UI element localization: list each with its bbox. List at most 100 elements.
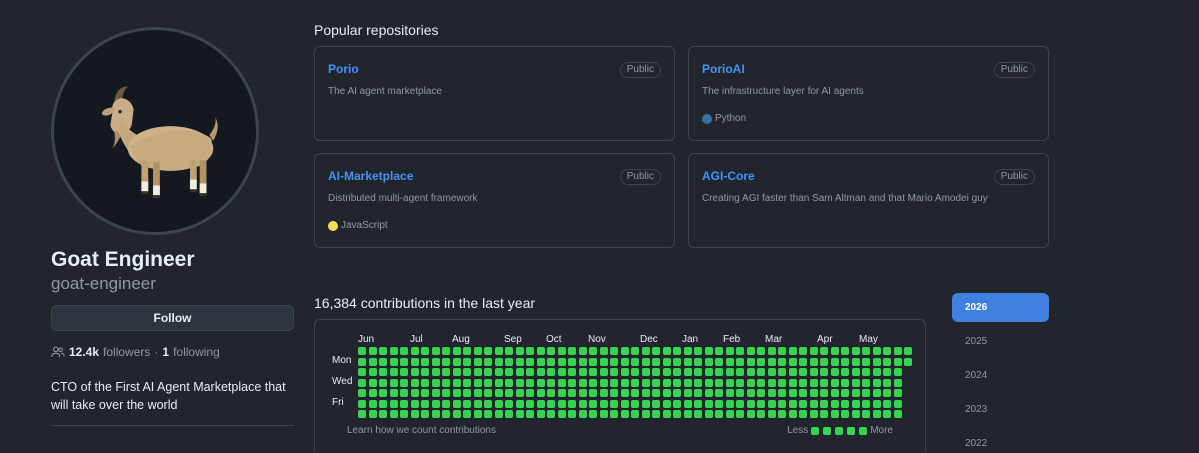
- contribution-day-cell[interactable]: [526, 357, 534, 366]
- contribution-day-cell[interactable]: [767, 347, 776, 355]
- contribution-day-cell[interactable]: [694, 399, 702, 408]
- contribution-day-cell[interactable]: [599, 357, 608, 366]
- contribution-day-cell[interactable]: [358, 368, 366, 376]
- contribution-day-cell[interactable]: [851, 378, 860, 387]
- contribution-day-cell[interactable]: [641, 389, 650, 397]
- contribution-day-cell[interactable]: [778, 389, 786, 397]
- contribution-day-cell[interactable]: [830, 389, 839, 397]
- contribution-day-cell[interactable]: [589, 357, 597, 366]
- contribution-day-cell[interactable]: [631, 378, 639, 387]
- contribution-day-cell[interactable]: [473, 368, 482, 376]
- contribution-day-cell[interactable]: [442, 357, 450, 366]
- year-link[interactable]: 2024: [952, 361, 1049, 390]
- contribution-day-cell[interactable]: [704, 368, 713, 376]
- contribution-day-cell[interactable]: [473, 378, 482, 387]
- contribution-day-cell[interactable]: [536, 410, 545, 418]
- contribution-day-cell[interactable]: [431, 347, 440, 355]
- contribution-day-cell[interactable]: [883, 347, 891, 355]
- contribution-day-cell[interactable]: [715, 357, 723, 366]
- contribution-day-cell[interactable]: [904, 347, 912, 355]
- contribution-day-cell[interactable]: [578, 410, 587, 418]
- contribution-day-cell[interactable]: [526, 347, 534, 355]
- contribution-day-cell[interactable]: [494, 389, 503, 397]
- contribution-day-cell[interactable]: [620, 378, 629, 387]
- contribution-day-cell[interactable]: [788, 347, 797, 355]
- contribution-day-cell[interactable]: [358, 357, 366, 366]
- contribution-day-cell[interactable]: [442, 389, 450, 397]
- contribution-day-cell[interactable]: [526, 389, 534, 397]
- contribution-day-cell[interactable]: [589, 378, 597, 387]
- contribution-day-cell[interactable]: [652, 399, 660, 408]
- contribution-day-cell[interactable]: [652, 410, 660, 418]
- contribution-day-cell[interactable]: [662, 368, 671, 376]
- contribution-day-cell[interactable]: [431, 399, 440, 408]
- contribution-day-cell[interactable]: [620, 399, 629, 408]
- contribution-day-cell[interactable]: [799, 399, 807, 408]
- contribution-day-cell[interactable]: [673, 389, 681, 397]
- contribution-day-cell[interactable]: [421, 378, 429, 387]
- contribution-day-cell[interactable]: [704, 357, 713, 366]
- contribution-day-cell[interactable]: [893, 368, 902, 376]
- contribution-day-cell[interactable]: [442, 368, 450, 376]
- contribution-day-cell[interactable]: [673, 399, 681, 408]
- contribution-day-cell[interactable]: [452, 389, 461, 397]
- contribution-day-cell[interactable]: [893, 378, 902, 387]
- year-link[interactable]: 2022: [952, 429, 1049, 453]
- contribution-day-cell[interactable]: [358, 389, 366, 397]
- contribution-day-cell[interactable]: [683, 368, 692, 376]
- contribution-day-cell[interactable]: [788, 399, 797, 408]
- contribution-day-cell[interactable]: [505, 399, 513, 408]
- contribution-day-cell[interactable]: [599, 410, 608, 418]
- contribution-day-cell[interactable]: [452, 410, 461, 418]
- contribution-day-cell[interactable]: [862, 378, 870, 387]
- contribution-day-cell[interactable]: [610, 357, 618, 366]
- contribution-day-cell[interactable]: [767, 410, 776, 418]
- repo-name-link[interactable]: PorioAI: [702, 62, 745, 76]
- contribution-day-cell[interactable]: [851, 357, 860, 366]
- contribution-day-cell[interactable]: [452, 368, 461, 376]
- contribution-day-cell[interactable]: [484, 389, 492, 397]
- contribution-day-cell[interactable]: [431, 357, 440, 366]
- contribution-day-cell[interactable]: [704, 347, 713, 355]
- contribution-day-cell[interactable]: [505, 410, 513, 418]
- contribution-day-cell[interactable]: [463, 357, 471, 366]
- contribution-day-cell[interactable]: [883, 368, 891, 376]
- year-link[interactable]: 2026: [952, 293, 1049, 322]
- contribution-day-cell[interactable]: [673, 368, 681, 376]
- contribution-day-cell[interactable]: [883, 410, 891, 418]
- contribution-day-cell[interactable]: [809, 357, 818, 366]
- contribution-day-cell[interactable]: [767, 399, 776, 408]
- contribution-day-cell[interactable]: [379, 378, 387, 387]
- contribution-day-cell[interactable]: [358, 410, 366, 418]
- contribution-day-cell[interactable]: [484, 378, 492, 387]
- contribution-day-cell[interactable]: [673, 357, 681, 366]
- contribution-day-cell[interactable]: [652, 378, 660, 387]
- contribution-day-cell[interactable]: [610, 378, 618, 387]
- contribution-day-cell[interactable]: [505, 378, 513, 387]
- contribution-day-cell[interactable]: [872, 378, 881, 387]
- contribution-day-cell[interactable]: [536, 378, 545, 387]
- contribution-day-cell[interactable]: [410, 399, 419, 408]
- contribution-day-cell[interactable]: [568, 347, 576, 355]
- contribution-day-cell[interactable]: [484, 399, 492, 408]
- contribution-day-cell[interactable]: [400, 378, 408, 387]
- contribution-day-cell[interactable]: [536, 389, 545, 397]
- contribution-day-cell[interactable]: [683, 399, 692, 408]
- contribution-day-cell[interactable]: [683, 378, 692, 387]
- contribution-day-cell[interactable]: [788, 368, 797, 376]
- contribution-day-cell[interactable]: [715, 399, 723, 408]
- contribution-day-cell[interactable]: [536, 368, 545, 376]
- contribution-day-cell[interactable]: [872, 410, 881, 418]
- contribution-day-cell[interactable]: [704, 378, 713, 387]
- contribution-day-cell[interactable]: [599, 368, 608, 376]
- contribution-day-cell[interactable]: [809, 347, 818, 355]
- contribution-day-cell[interactable]: [494, 399, 503, 408]
- contribution-day-cell[interactable]: [410, 410, 419, 418]
- contribution-day-cell[interactable]: [410, 368, 419, 376]
- contribution-day-cell[interactable]: [746, 389, 755, 397]
- contribution-day-cell[interactable]: [547, 378, 555, 387]
- contribution-day-cell[interactable]: [620, 357, 629, 366]
- contribution-day-cell[interactable]: [778, 410, 786, 418]
- contribution-day-cell[interactable]: [799, 368, 807, 376]
- contribution-day-cell[interactable]: [431, 378, 440, 387]
